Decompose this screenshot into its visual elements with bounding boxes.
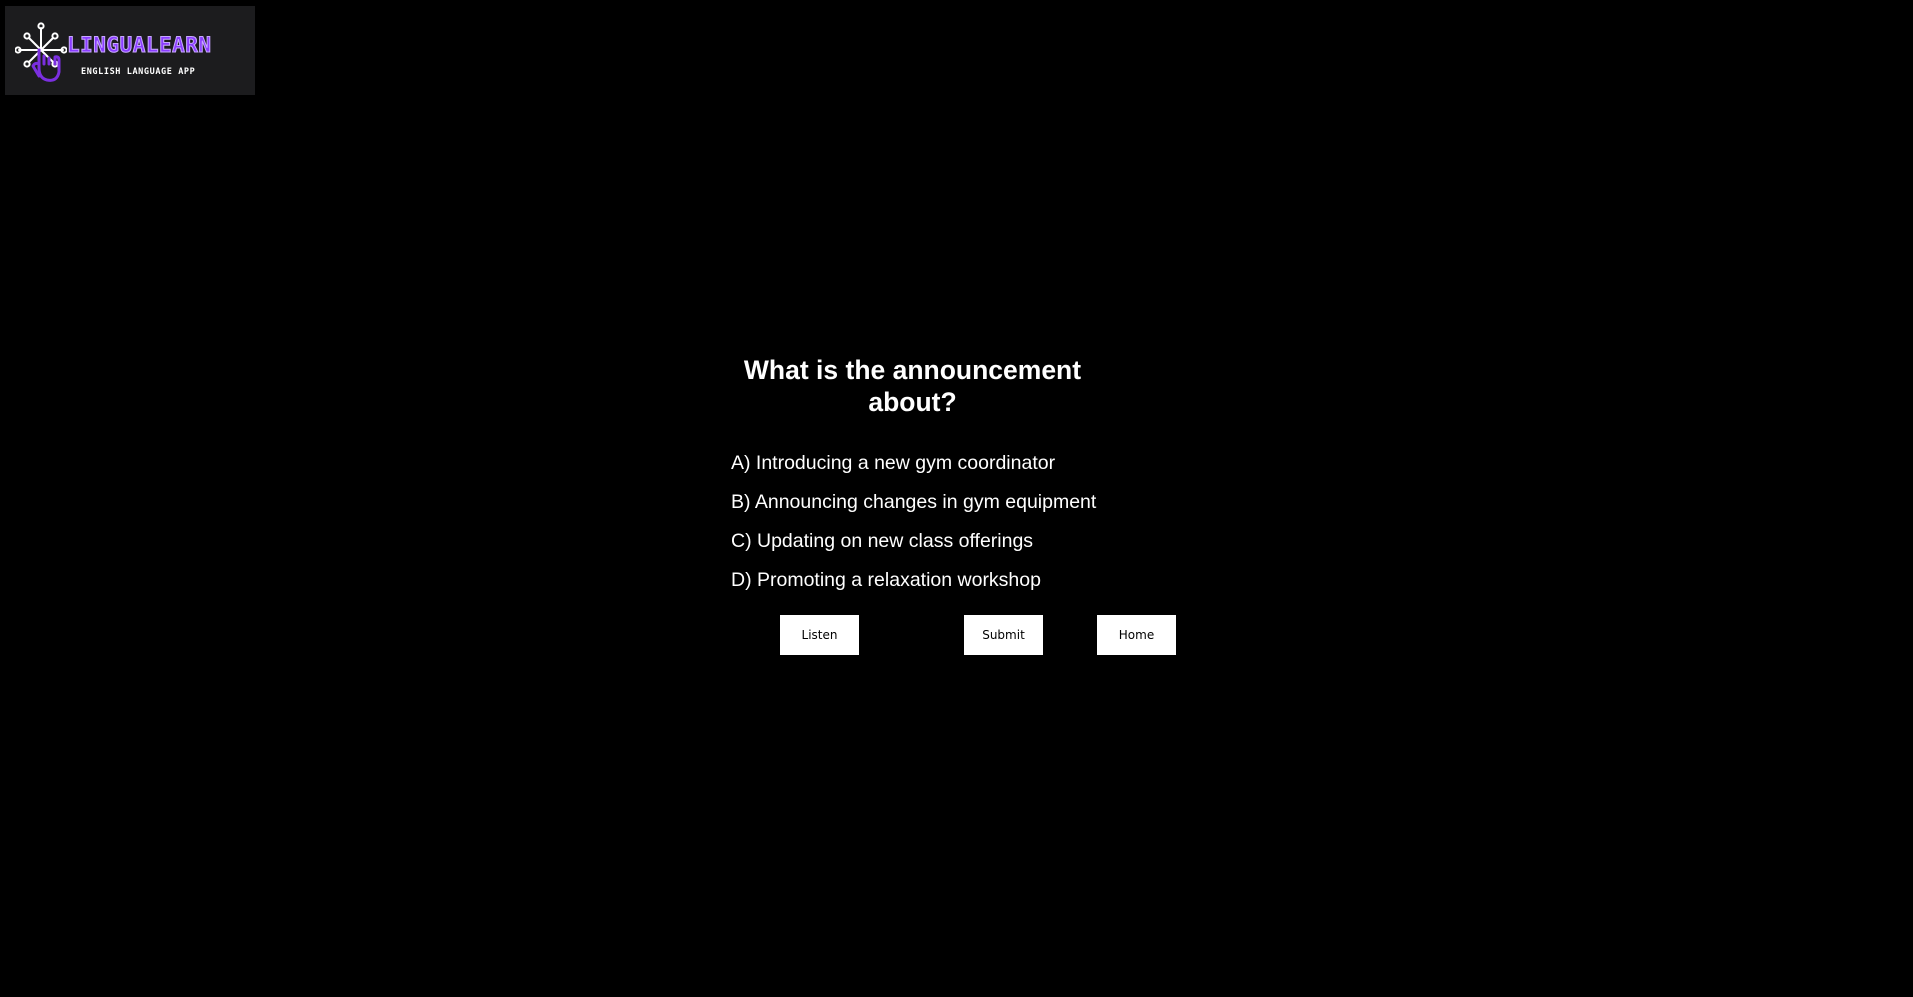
circuit-hand-icon: [15, 22, 67, 82]
listen-button[interactable]: Listen: [780, 615, 859, 655]
logo-tagline: ENGLISH LANGUAGE APP: [81, 67, 196, 77]
quiz-panel: What is the announcement about? A) Intro…: [700, 354, 1125, 591]
answer-option-b[interactable]: B) Announcing changes in gym equipment: [731, 491, 1096, 530]
answer-option-d[interactable]: D) Promoting a relaxation workshop: [731, 569, 1096, 608]
logo-brand-text: LINGUALEARN: [67, 33, 212, 58]
answer-option-c[interactable]: C) Updating on new class offerings: [731, 530, 1096, 569]
app-logo: LINGUALEARN ENGLISH LANGUAGE APP: [5, 6, 255, 95]
question-heading: What is the announcement about?: [743, 355, 1082, 417]
submit-button[interactable]: Submit: [964, 615, 1043, 655]
page: LINGUALEARN ENGLISH LANGUAGE APP What is…: [0, 0, 1913, 997]
home-button[interactable]: Home: [1097, 615, 1176, 655]
answer-option-a[interactable]: A) Introducing a new gym coordinator: [731, 452, 1096, 491]
answer-options-list: A) Introducing a new gym coordinator B) …: [731, 452, 1096, 608]
